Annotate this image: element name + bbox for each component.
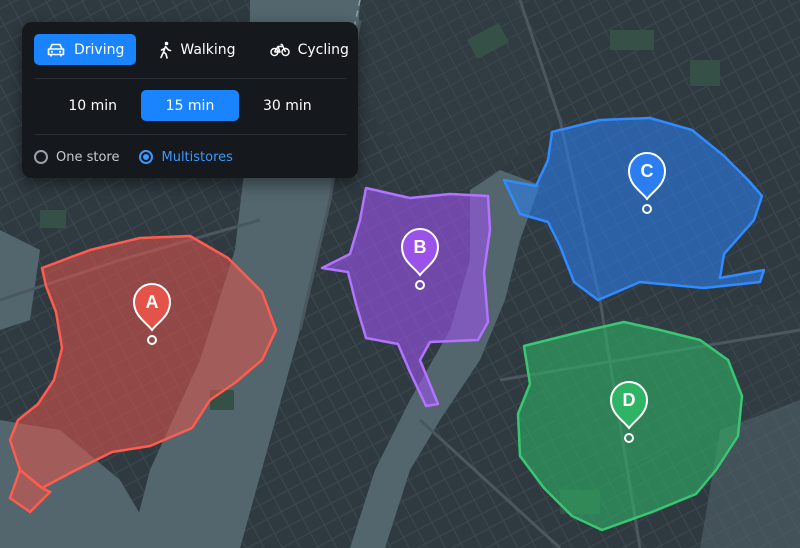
- radio-circle-selected: [139, 150, 154, 164]
- tab-driving[interactable]: Driving: [34, 34, 137, 65]
- panel-divider: [34, 134, 346, 135]
- time-10-min-label: 10 min: [68, 97, 117, 114]
- radio-one-store[interactable]: One store: [34, 150, 119, 165]
- radio-one-store-label: One store: [56, 149, 120, 165]
- tab-cycling[interactable]: Cycling: [258, 34, 361, 65]
- radio-multistores[interactable]: Multistores: [139, 149, 233, 165]
- time-15-min-button[interactable]: 15 min: [141, 90, 239, 121]
- bicycle-icon: [269, 43, 290, 57]
- radio-multistores-label: Multistores: [161, 149, 233, 165]
- car-icon: [46, 42, 66, 58]
- time-30-min-button[interactable]: 30 min: [239, 90, 336, 121]
- tab-driving-label: Driving: [74, 41, 125, 58]
- walking-icon: [158, 41, 172, 59]
- time-10-min-button[interactable]: 10 min: [44, 90, 141, 121]
- radio-circle: [34, 150, 48, 164]
- marker-a-label: A: [146, 292, 159, 312]
- marker-c-label: C: [641, 161, 654, 181]
- travel-mode-tabs: Driving Walking Cycling: [22, 34, 358, 65]
- tab-walking[interactable]: Walking: [146, 34, 247, 65]
- time-15-min-label: 15 min: [165, 97, 215, 114]
- marker-d-label: D: [623, 390, 636, 410]
- panel-divider: [34, 78, 346, 79]
- travel-time-options: 10 min 15 min 30 min: [22, 90, 358, 121]
- marker-b-label: B: [414, 237, 427, 257]
- tab-cycling-label: Cycling: [297, 41, 349, 58]
- time-30-min-label: 30 min: [262, 97, 312, 114]
- travel-options-panel: Driving Walking Cycling 10 min 15 min 30…: [22, 22, 358, 178]
- tab-walking-label: Walking: [180, 41, 236, 58]
- store-mode-options: One store Multistores: [22, 146, 358, 168]
